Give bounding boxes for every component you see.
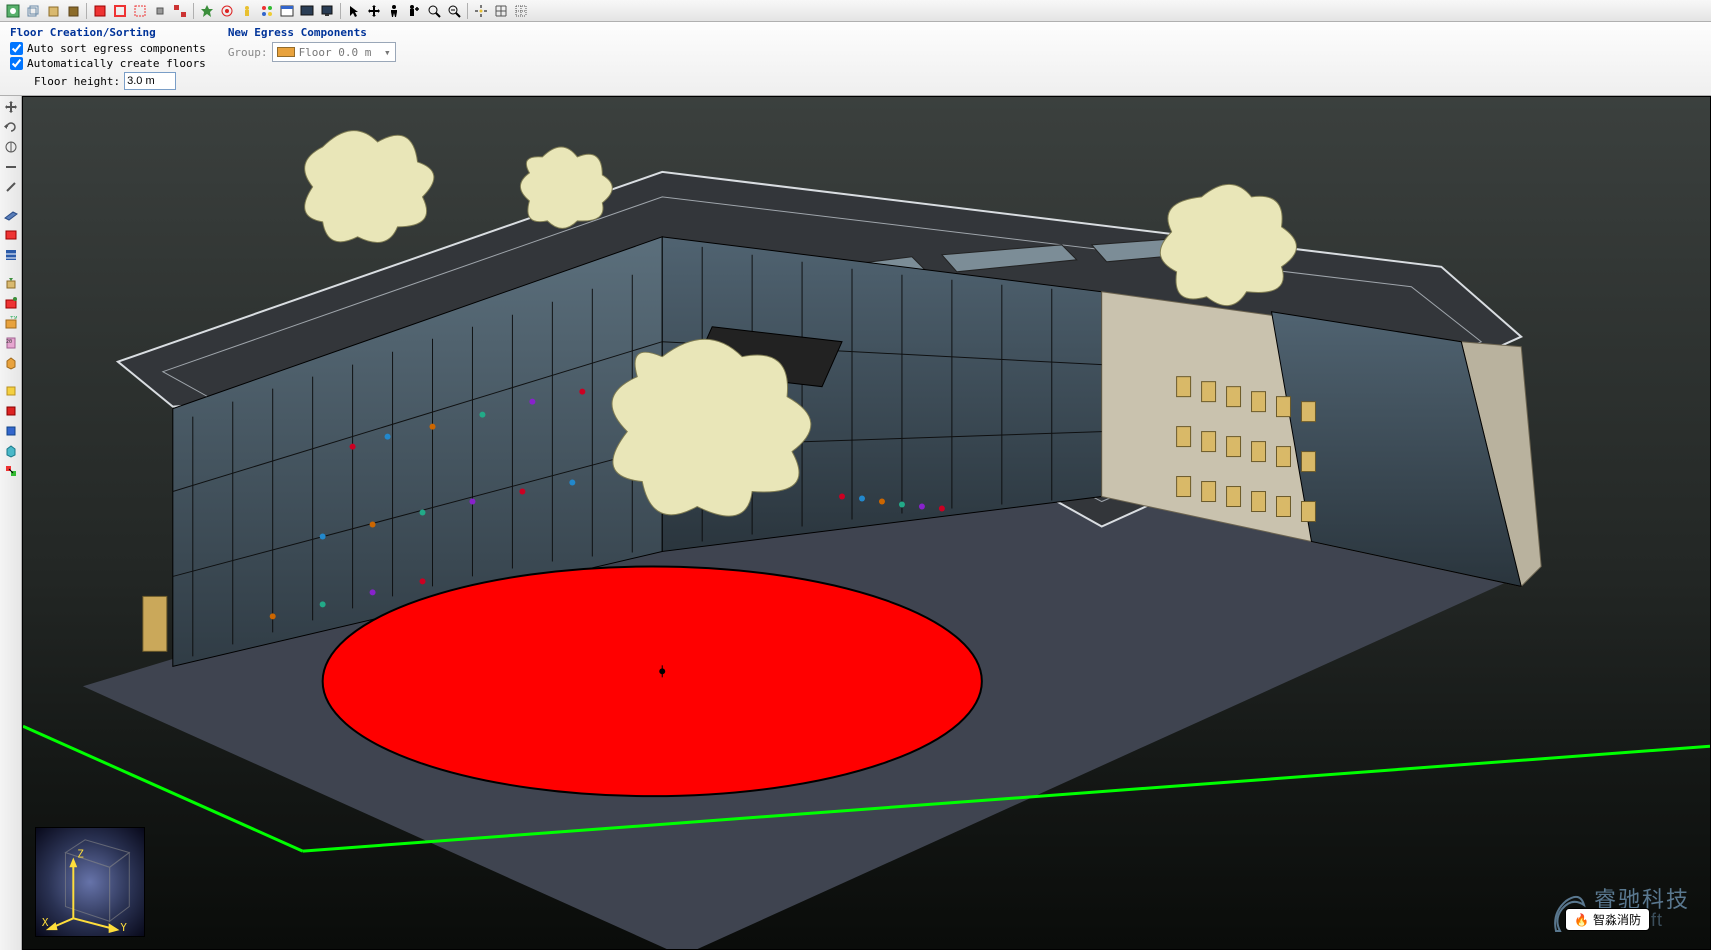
watermark-tag: 🔥 智淼消防	[1565, 908, 1650, 931]
red-orbit-icon[interactable]	[218, 2, 236, 20]
shaded-cube-icon[interactable]	[64, 2, 82, 20]
svg-text:+9: +9	[10, 316, 18, 321]
group-select[interactable]: Floor 0.0 m ▾	[272, 42, 396, 62]
viewport-3d[interactable]: Z X Y 睿驰科技 Reasoft 🔥 智淼消防	[22, 96, 1711, 950]
window-icon[interactable]	[278, 2, 296, 20]
blue-plane-icon[interactable]	[2, 206, 20, 224]
orange-cube-icon[interactable]	[2, 354, 20, 372]
options-bar: Floor Creation/Sorting Auto sort egress …	[0, 22, 1711, 96]
green-star-icon[interactable]	[198, 2, 216, 20]
yellow-person-icon[interactable]	[238, 2, 256, 20]
floor-creation-panel: Floor Creation/Sorting Auto sort egress …	[6, 24, 210, 93]
group-label: Group:	[228, 46, 268, 59]
monitor-icon[interactable]	[318, 2, 336, 20]
person-icon[interactable]	[385, 2, 403, 20]
svg-text:20: 20	[6, 339, 12, 345]
toolbar-separator	[467, 3, 468, 19]
move-arrows-icon[interactable]	[2, 98, 20, 116]
person-plus-icon[interactable]	[405, 2, 423, 20]
red-rect-icon[interactable]	[2, 226, 20, 244]
floor-creation-title: Floor Creation/Sorting	[10, 26, 206, 39]
group-row: Group: Floor 0.0 m ▾	[228, 42, 396, 62]
red-box-2-icon[interactable]	[2, 294, 20, 312]
scene-3d	[23, 97, 1710, 950]
top-toolbar	[0, 0, 1711, 22]
axis-x-label: X	[42, 916, 49, 929]
new-egress-title: New Egress Components	[228, 26, 396, 39]
floor-height-label: Floor height:	[34, 75, 120, 88]
new-egress-panel: New Egress Components Group: Floor 0.0 m…	[224, 24, 400, 93]
red-block-icon[interactable]	[2, 402, 20, 420]
small-box-icon[interactable]	[151, 2, 169, 20]
chevron-down-icon: ▾	[384, 46, 391, 59]
group-value: Floor 0.0 m	[299, 46, 372, 59]
watermark-tag-text: 智淼消防	[1593, 911, 1641, 928]
slash-icon[interactable]	[2, 178, 20, 196]
auto-sort-label: Auto sort egress components	[27, 42, 206, 55]
divider-icon[interactable]	[2, 158, 20, 176]
zoom-out-icon[interactable]	[445, 2, 463, 20]
axis-widget[interactable]: Z X Y	[35, 827, 145, 937]
mirror-icon[interactable]	[2, 138, 20, 156]
axis-z-label: Z	[77, 847, 84, 860]
floor-height-input[interactable]	[124, 72, 176, 90]
toolbar-separator	[340, 3, 341, 19]
cube-up-icon[interactable]	[2, 274, 20, 292]
wireframe-cube-icon[interactable]	[24, 2, 42, 20]
navigator-icon[interactable]	[4, 2, 22, 20]
move-icon[interactable]	[365, 2, 383, 20]
auto-create-row[interactable]: Automatically create floors	[10, 57, 206, 70]
auto-sort-checkbox[interactable]	[10, 42, 23, 55]
transform-icon[interactable]	[2, 462, 20, 480]
toolbar-separator	[86, 3, 87, 19]
auto-create-checkbox[interactable]	[10, 57, 23, 70]
grid-dashed-icon[interactable]	[512, 2, 530, 20]
floor-swatch-icon	[277, 47, 295, 57]
blue-block-icon[interactable]	[2, 422, 20, 440]
zoom-icon[interactable]	[425, 2, 443, 20]
screen-icon[interactable]	[298, 2, 316, 20]
yellow-cube-icon[interactable]	[2, 382, 20, 400]
red-box-icon[interactable]	[91, 2, 109, 20]
solid-cube-icon[interactable]	[44, 2, 62, 20]
main-area: +9 20	[0, 96, 1711, 950]
rotate-icon[interactable]	[2, 118, 20, 136]
cyan-cube-icon[interactable]	[2, 442, 20, 460]
red-dashed-icon[interactable]	[131, 2, 149, 20]
flame-icon: 🔥	[1574, 913, 1589, 927]
floor-height-row: Floor height:	[10, 72, 206, 90]
left-toolbar: +9 20	[0, 96, 22, 950]
components-icon[interactable]	[171, 2, 189, 20]
red-outline-icon[interactable]	[111, 2, 129, 20]
pointer-icon[interactable]	[345, 2, 363, 20]
auto-create-label: Automatically create floors	[27, 57, 206, 70]
auto-sort-row[interactable]: Auto sort egress components	[10, 42, 206, 55]
toolbar-separator	[193, 3, 194, 19]
axis-y-label: Y	[120, 921, 127, 934]
pink-elev-icon[interactable]: 20	[2, 334, 20, 352]
target-icon[interactable]	[472, 2, 490, 20]
orange-box-icon[interactable]: +9	[2, 314, 20, 332]
hatch-icon[interactable]	[2, 246, 20, 264]
grid-icon[interactable]	[492, 2, 510, 20]
palette-icon[interactable]	[258, 2, 276, 20]
